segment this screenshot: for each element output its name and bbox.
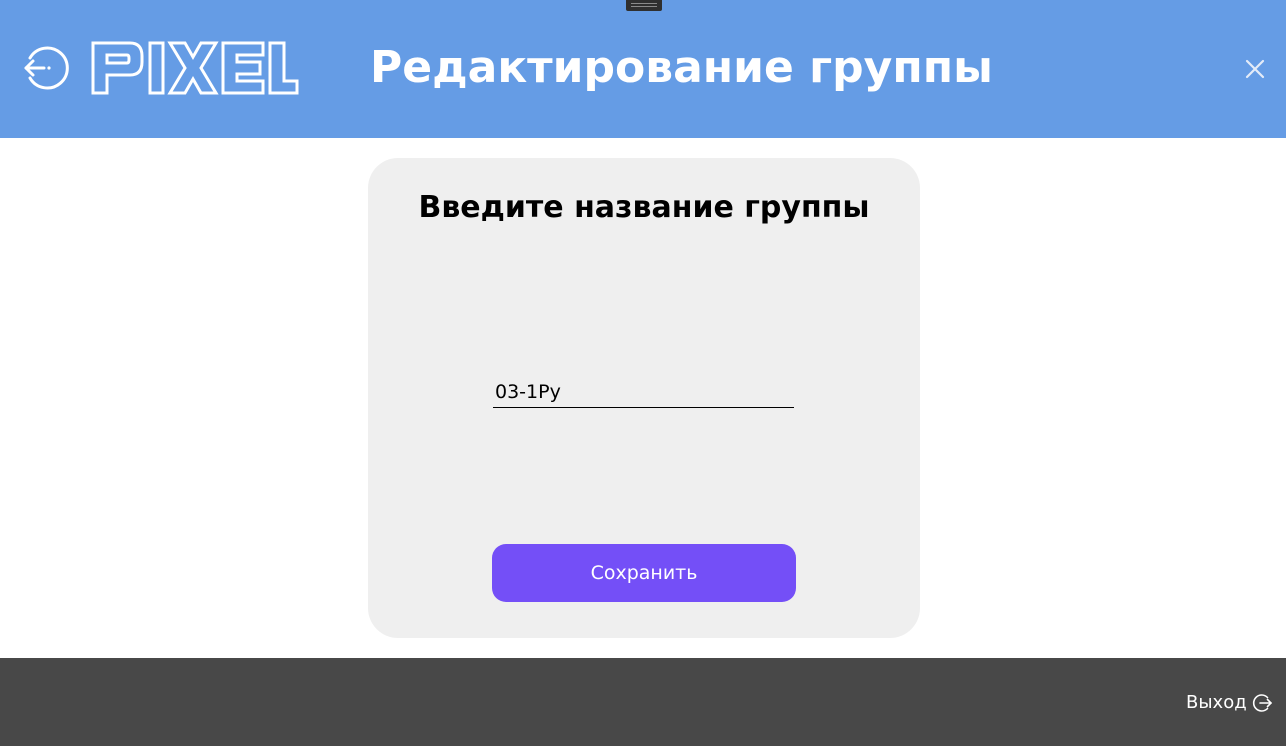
close-button[interactable] — [1242, 56, 1268, 82]
drag-handle[interactable] — [626, 0, 662, 11]
exit-button[interactable]: Выход — [1186, 690, 1273, 716]
back-arrow-circle-icon — [24, 46, 69, 90]
header-bar: Редактирование группы — [0, 0, 1286, 138]
close-icon — [1245, 59, 1265, 79]
save-button[interactable]: Сохранить — [492, 544, 796, 602]
back-button[interactable] — [22, 44, 70, 92]
logout-circle-icon — [1252, 694, 1272, 712]
card-title: Введите название группы — [418, 190, 870, 225]
page-title: Редактирование группы — [370, 42, 993, 93]
footer-bar: Выход — [0, 658, 1286, 746]
exit-label: Выход — [1186, 692, 1247, 713]
pixel-logo — [90, 40, 300, 96]
group-name-input[interactable] — [493, 376, 794, 408]
group-edit-card: Введите название группы Сохранить — [368, 158, 920, 638]
